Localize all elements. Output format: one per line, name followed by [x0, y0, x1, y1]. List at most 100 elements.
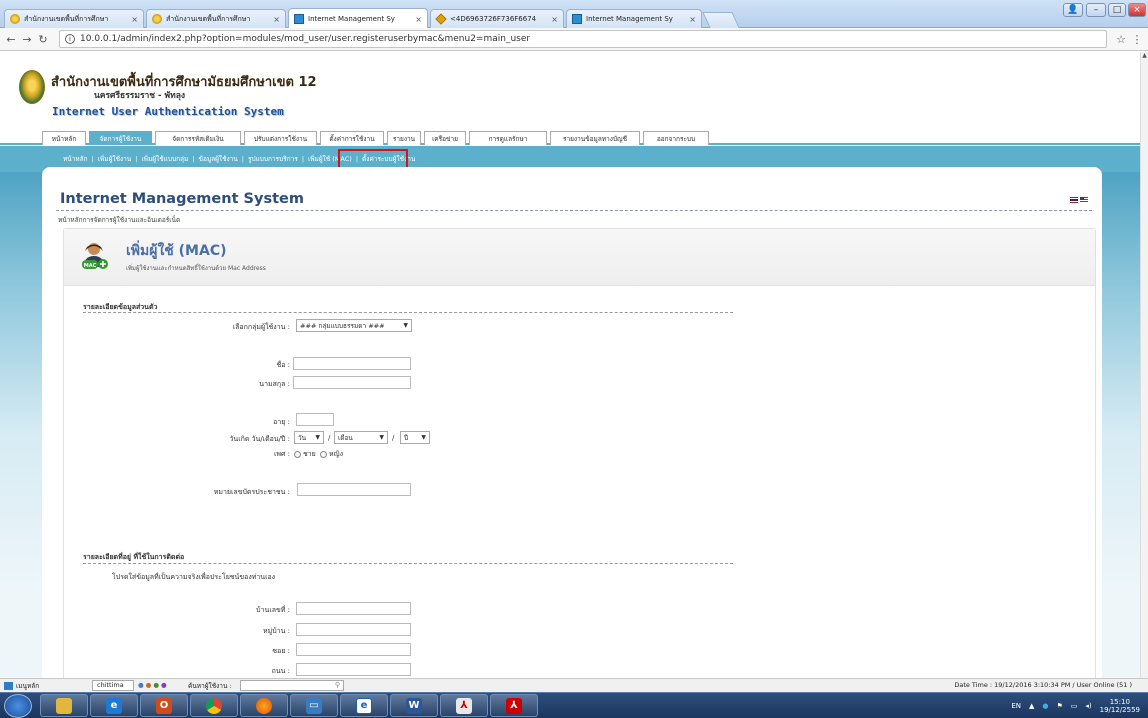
taskbar-edge[interactable]: e	[340, 694, 388, 717]
separator: |	[135, 155, 138, 163]
user-group-select[interactable]: ### กลุ่มแบบธรรมดา ### ▼	[296, 319, 412, 332]
age-label: อายุ :	[273, 418, 290, 426]
male-label: ชาย	[303, 450, 316, 458]
scroll-up-icon[interactable]: ▲	[1141, 52, 1148, 59]
volume-icon[interactable]: ◂)	[1085, 702, 1091, 710]
close-icon[interactable]: ×	[131, 15, 138, 24]
taskbar-remote-desktop[interactable]: ▭	[290, 694, 338, 717]
submenu-user-data[interactable]: ข้อมูลผู้ใช้งาน	[199, 154, 238, 164]
submenu-service-profile[interactable]: รูปแบบการบริการ	[248, 154, 298, 164]
menu-tab-logout[interactable]: ออกจากระบบ	[643, 131, 709, 145]
close-icon[interactable]: ×	[273, 15, 280, 24]
menu-tab-user-management[interactable]: จัดการผู้ใช้งาน	[89, 131, 152, 145]
month-select[interactable]: เดือน ▼	[334, 431, 388, 444]
date-separator: /	[392, 434, 395, 442]
clock[interactable]: 15:10 19/12/2559	[1100, 698, 1140, 714]
menu-tab-maintenance[interactable]: การดูแลรักษา	[469, 131, 547, 145]
road-input[interactable]	[296, 663, 411, 676]
close-icon[interactable]: ×	[689, 15, 696, 24]
seal-icon	[152, 14, 162, 24]
year-select[interactable]: ปี ▼	[400, 431, 430, 444]
browser-tab-5[interactable]: Internet Management Sy ×	[566, 9, 702, 28]
browser-tab-1[interactable]: สำนักงานเขตพื้นที่การศึกษา ×	[4, 9, 144, 28]
male-radio[interactable]	[294, 450, 301, 458]
network-icon[interactable]: ●	[153, 681, 161, 689]
clock-time: 15:10	[1109, 698, 1130, 706]
taskbar-ie[interactable]: e	[90, 694, 138, 717]
language-indicator[interactable]: EN	[1011, 702, 1021, 710]
info-icon[interactable]: i	[65, 34, 75, 44]
submenu-add-user[interactable]: เพิ่มผู้ใช้งาน	[98, 154, 131, 164]
app-tray-icon[interactable]: ●	[1042, 702, 1048, 710]
firefox-icon	[256, 697, 272, 714]
separator: |	[241, 155, 244, 163]
menu-tab-accounting[interactable]: รายงานข้อมูลทางบัญชี	[550, 131, 640, 145]
close-icon[interactable]: ×	[415, 15, 422, 24]
menu-tab-reports[interactable]: รายงาน	[387, 131, 421, 145]
menu-tab-settings[interactable]: ตั้งค่าการใช้งาน	[320, 131, 384, 145]
browser-tab-3[interactable]: Internet Management Sy ×	[288, 8, 428, 29]
flag-icon[interactable]: ⚑	[1056, 702, 1062, 710]
taskbar-pdf[interactable]: ⅄	[490, 694, 538, 717]
globe-icon[interactable]: ●	[161, 681, 169, 689]
chevron-up-icon[interactable]: ▲	[1029, 702, 1034, 710]
taskbar-chrome[interactable]	[190, 694, 238, 717]
year-value: ปี	[404, 433, 409, 442]
close-icon[interactable]: ×	[551, 15, 558, 24]
url-field[interactable]: i 10.0.0.1/admin/index2.php?option=module…	[59, 30, 1107, 48]
separator: |	[192, 155, 195, 163]
tab-title: Internet Management Sy	[308, 15, 395, 23]
soi-input[interactable]	[296, 643, 411, 656]
us-flag-icon[interactable]	[1080, 197, 1088, 203]
back-icon[interactable]: ←	[3, 33, 19, 46]
group-label: เลือกกลุ่มผู้ใช้งาน :	[232, 323, 290, 331]
first-name-input[interactable]	[293, 357, 411, 370]
maximize-button[interactable]: □	[1108, 3, 1126, 17]
search-icon[interactable]: ⚲	[335, 681, 340, 689]
female-radio[interactable]	[320, 450, 328, 458]
forward-icon[interactable]: →	[19, 33, 35, 46]
bookmark-star-icon[interactable]: ☆	[1113, 33, 1129, 46]
submenu-add-group-user[interactable]: เพิ่มผู้ใช้แบบกลุ่ม	[141, 154, 188, 164]
chevron-down-icon: ▼	[379, 434, 384, 441]
taskbar-word[interactable]: W	[390, 694, 438, 717]
taskbar-acrobat[interactable]: ⅄	[440, 694, 488, 717]
taskbar-explorer[interactable]	[40, 694, 88, 717]
page-scrollbar[interactable]: ▲	[1140, 52, 1148, 678]
browser-tab-4[interactable]: <4D6963726F736F6674 ×	[430, 9, 564, 28]
day-select[interactable]: วัน ▼	[294, 431, 324, 444]
house-no-input[interactable]	[296, 602, 411, 615]
users-icon[interactable]: ●	[138, 681, 146, 689]
menu-dots-icon[interactable]: ⋮	[1129, 33, 1145, 46]
menu-tab-topup-codes[interactable]: จัดการรหัสเติมเงิน	[155, 131, 241, 145]
id-card-input[interactable]	[297, 483, 411, 496]
user-icon[interactable]: 👤	[1063, 3, 1083, 17]
reload-icon[interactable]: ↻	[35, 33, 51, 46]
pdf-icon: ⅄	[506, 697, 522, 714]
main-menu-button[interactable]: เมนูหลัก	[4, 681, 39, 691]
last-name-label: นามสกุล :	[259, 380, 290, 388]
last-name-input[interactable]	[293, 376, 411, 389]
window-close-button[interactable]: ×	[1128, 3, 1146, 17]
form-title: เพิ่มผู้ใช้ (MAC)	[126, 243, 227, 259]
thai-flag-icon[interactable]	[1070, 197, 1078, 203]
menu-tab-customize[interactable]: ปรับแต่งการใช้งาน	[244, 131, 317, 145]
section-divider	[83, 563, 733, 564]
new-tab-button[interactable]	[702, 12, 740, 28]
status-icons: ●●●●	[138, 681, 169, 689]
minimize-button[interactable]: –	[1086, 3, 1106, 17]
taskbar-office[interactable]: O	[140, 694, 188, 717]
menu-tab-home[interactable]: หน้าหลัก	[42, 131, 86, 145]
user-search-input[interactable]: ⚲	[240, 680, 344, 691]
menu-tab-network[interactable]: เครือข่าย	[424, 131, 466, 145]
browser-tab-2[interactable]: สำนักงานเขตพื้นที่การศึกษา ×	[146, 9, 286, 28]
folder-icon	[56, 697, 72, 714]
submenu-home[interactable]: หน้าหลัก	[63, 154, 88, 164]
village-input[interactable]	[296, 623, 411, 636]
taskbar-firefox[interactable]	[240, 694, 288, 717]
network-icon[interactable]: ▭	[1071, 702, 1078, 710]
chevron-down-icon: ▼	[403, 322, 408, 329]
start-button[interactable]	[4, 694, 32, 718]
age-input[interactable]	[296, 413, 334, 426]
app-status-bar: เมนูหลัก chittima ●●●● ค้นหาผู้ใช้งาน : …	[0, 678, 1148, 692]
